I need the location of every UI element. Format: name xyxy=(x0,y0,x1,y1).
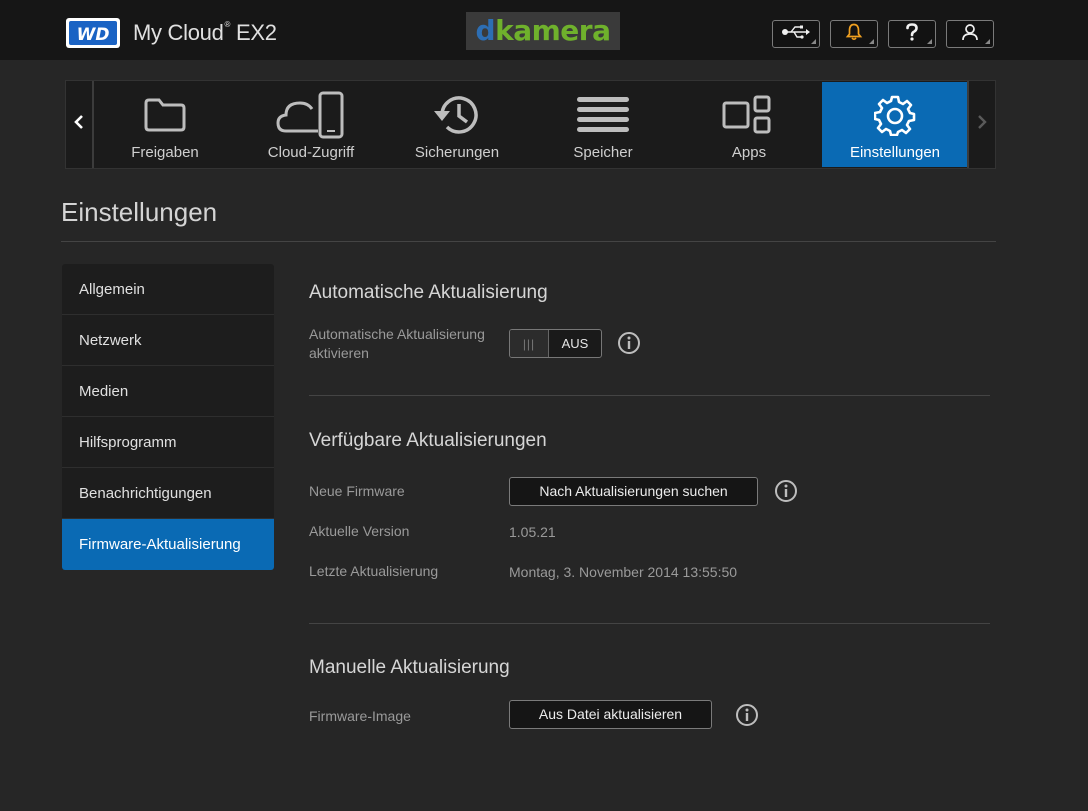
app-title-model: EX2 xyxy=(235,20,277,45)
sidebar-item-network[interactable]: Netzwerk xyxy=(62,315,274,366)
gear-icon xyxy=(822,90,968,140)
usb-button[interactable] xyxy=(772,20,820,48)
sidebar-item-notifications[interactable]: Benachrichtigungen xyxy=(62,468,274,519)
sidebar-item-utilities[interactable]: Hilfsprogramm xyxy=(62,417,274,468)
section-title-auto-update: Automatische Aktualisierung xyxy=(309,282,548,303)
folder-icon xyxy=(92,90,238,140)
nav-item-settings[interactable]: Einstellungen xyxy=(822,82,968,167)
firmware-image-label: Firmware-Image xyxy=(309,708,411,724)
apps-icon xyxy=(676,90,822,140)
auto-update-label: Automatische Aktualisierung aktivieren xyxy=(309,325,485,363)
history-icon xyxy=(384,90,530,140)
current-version-label: Aktuelle Version xyxy=(309,523,410,539)
page-title: Einstellungen xyxy=(61,197,218,227)
nav-prev-button[interactable] xyxy=(66,81,94,168)
nav-item-label: Speicher xyxy=(573,144,633,161)
last-update-value: Montag, 3. November 2014 13:55:50 xyxy=(509,564,738,580)
section-title-available-updates: Verfügbare Aktualisierungen xyxy=(309,430,547,451)
title-divider xyxy=(61,241,996,242)
nav-item-cloud-access[interactable]: Cloud-Zugriff xyxy=(238,82,384,167)
brand-logo-d: d xyxy=(475,14,496,47)
brand-logo-rest: kamera xyxy=(495,14,611,47)
auto-update-label-line1: Automatische Aktualisierung xyxy=(309,326,485,342)
nav-item-label: Apps xyxy=(731,144,767,161)
nav-item-label: Sicherungen xyxy=(414,144,500,161)
toggle-knob: ||| xyxy=(510,330,549,357)
cloud-access-icon xyxy=(238,90,384,140)
top-bar: WD My Cloud® EX2 dkamera xyxy=(0,0,1088,60)
bell-icon xyxy=(845,23,863,46)
app-title-mark: ® xyxy=(224,20,231,29)
info-icon[interactable] xyxy=(735,703,759,727)
nav-item-freigaben[interactable]: Freigaben xyxy=(92,82,238,167)
storage-icon xyxy=(530,90,676,140)
nav-item-label: Freigaben xyxy=(131,144,199,161)
auto-update-toggle[interactable]: ||| AUS xyxy=(509,329,602,358)
sidebar-item-media[interactable]: Medien xyxy=(62,366,274,417)
toggle-state: AUS xyxy=(561,336,589,351)
chevron-right-icon xyxy=(977,113,987,136)
nav-next-button[interactable] xyxy=(967,81,995,168)
chevron-left-icon xyxy=(74,113,84,136)
current-version-value: 1.05.21 xyxy=(509,524,556,540)
auto-update-label-line2: aktivieren xyxy=(309,345,369,361)
wd-logo: WD xyxy=(66,18,120,48)
settings-sidebar: Allgemein Netzwerk Medien Hilfsprogramm … xyxy=(62,264,274,570)
section-title-manual-update: Manuelle Aktualisierung xyxy=(309,657,510,678)
new-firmware-label: Neue Firmware xyxy=(309,483,405,499)
notifications-button[interactable] xyxy=(830,20,878,48)
info-icon[interactable] xyxy=(617,331,641,355)
help-icon xyxy=(905,22,919,46)
main-nav: Freigaben Cloud-Zugriff Sicherungen Spei… xyxy=(65,80,996,169)
app-title: My Cloud® EX2 xyxy=(133,20,277,46)
info-icon[interactable] xyxy=(774,479,798,503)
app-title-name: My Cloud xyxy=(133,20,224,45)
nav-item-apps[interactable]: Apps xyxy=(676,82,822,167)
brand-logo: dkamera xyxy=(466,12,620,50)
sidebar-item-general[interactable]: Allgemein xyxy=(62,264,274,315)
user-icon xyxy=(961,23,979,46)
nav-item-label: Cloud-Zugriff xyxy=(267,144,355,161)
usb-icon xyxy=(781,25,811,44)
check-updates-button[interactable]: Nach Aktualisierungen suchen xyxy=(509,477,758,506)
section-divider xyxy=(309,623,990,624)
last-update-label: Letzte Aktualisierung xyxy=(309,563,439,579)
sidebar-item-firmware-update[interactable]: Firmware-Aktualisierung xyxy=(62,519,274,570)
wd-logo-text: WD xyxy=(77,25,110,45)
nav-item-storage[interactable]: Speicher xyxy=(530,82,676,167)
update-from-file-button[interactable]: Aus Datei aktualisieren xyxy=(509,700,712,729)
user-button[interactable] xyxy=(946,20,994,48)
nav-item-backups[interactable]: Sicherungen xyxy=(384,82,530,167)
section-divider xyxy=(309,395,990,396)
help-button[interactable] xyxy=(888,20,936,48)
nav-item-label: Einstellungen xyxy=(849,144,941,161)
